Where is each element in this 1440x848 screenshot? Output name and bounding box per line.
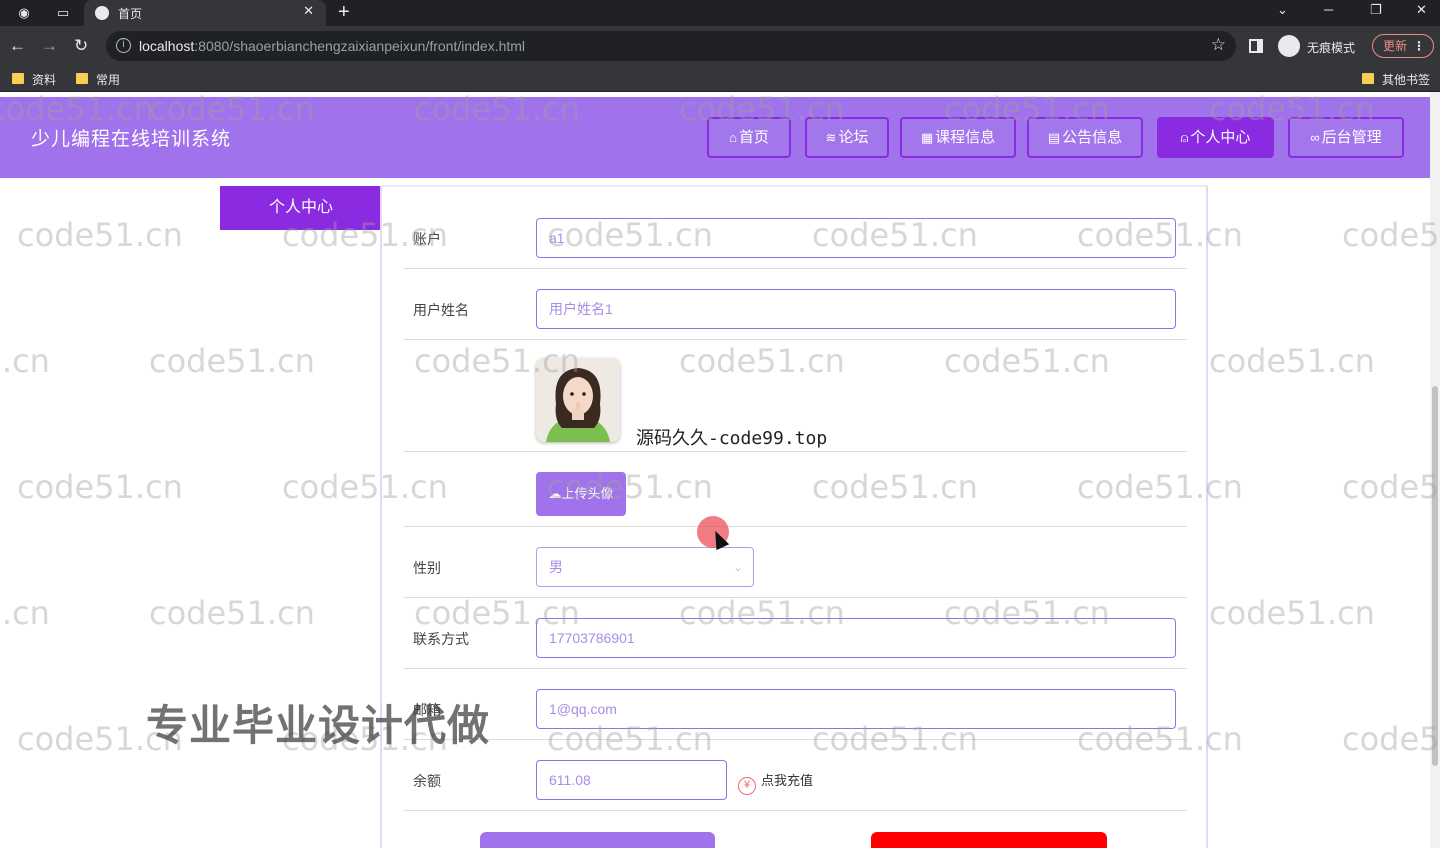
nav-admin[interactable]: ∞ 后台管理 <box>1288 117 1404 158</box>
form-row-phone: 联系方式 17703786901 <box>404 598 1187 669</box>
phone-input[interactable]: 17703786901 <box>536 618 1176 658</box>
side-panel-icon[interactable] <box>1249 39 1263 53</box>
link-icon: ∞ <box>1310 130 1320 145</box>
name-input[interactable]: 用户姓名1 <box>536 289 1176 329</box>
forward-icon[interactable]: → <box>41 36 58 56</box>
nav-notices[interactable]: ▤ 公告信息 <box>1027 117 1143 158</box>
watermark: code51.cn <box>0 594 50 632</box>
watermark: code51.cn <box>1342 468 1440 506</box>
avatar-caption: 源码久久-code99.top <box>636 428 828 449</box>
account-label: 账户 <box>413 231 441 247</box>
avatar <box>536 358 620 442</box>
email-input[interactable]: 1@qq.com <box>536 689 1176 729</box>
site-header: 少儿编程在线培训系统 ⌂ 首页 ≋ 论坛 ▦ 课程信息 ▤ 公告信息 ⍝ 个人中心 ∞ 后台… <box>0 97 1430 178</box>
browser-toolbar: ← → ↻ i localhost:8080/shaoerbianchengza… <box>0 26 1440 66</box>
tab-title: 首页 <box>118 7 143 21</box>
gender-select[interactable]: 男 ⌄ <box>536 547 754 587</box>
site-title: 少儿编程在线培训系统 <box>31 129 232 150</box>
cloud-upload-icon: ☁ <box>548 486 562 501</box>
site-info-icon[interactable]: i <box>116 38 131 53</box>
tab-list-chevron-icon[interactable]: ⌄ <box>1277 2 1288 18</box>
layers-icon: ≋ <box>825 130 837 145</box>
bookmark-folder[interactable]: 常用 <box>74 71 120 88</box>
nav-profile[interactable]: ⍝ 个人中心 <box>1157 117 1274 158</box>
watermark: code51.cn <box>0 342 50 380</box>
page-viewport: 少儿编程在线培训系统 ⌂ 首页 ≋ 论坛 ▦ 课程信息 ▤ 公告信息 ⍝ 个人中心 ∞ 后台… <box>0 92 1440 848</box>
minimize-icon[interactable]: ─ <box>1324 2 1333 17</box>
grid-icon: ▦ <box>920 130 934 145</box>
update-button[interactable]: 更新 ⋮ <box>1372 34 1434 58</box>
sidebar-item-profile[interactable]: 个人中心 <box>220 186 382 230</box>
profile-form: 账户 a1 用户姓名 用户姓名1 源码久久-code99.top ☁上传头像 性… <box>380 185 1208 848</box>
form-row-avatar: 源码久久-code99.top <box>404 340 1187 452</box>
folder-icon <box>1362 73 1374 84</box>
watermark: code51.cn <box>1342 216 1440 254</box>
tab-close-icon[interactable]: ✕ <box>303 3 314 19</box>
home-icon: ⌂ <box>729 130 737 145</box>
bookmark-folder[interactable]: 资料 <box>10 71 56 88</box>
logout-button[interactable] <box>871 832 1107 848</box>
folder-icon <box>12 73 24 84</box>
scrollbar-thumb[interactable] <box>1432 386 1438 766</box>
watermark: code51.cn <box>1209 342 1375 380</box>
nav-courses[interactable]: ▦ 课程信息 <box>900 117 1016 158</box>
page-scrollbar[interactable] <box>1430 92 1440 848</box>
tab-search-icon[interactable]: ▭ <box>54 4 72 22</box>
balance-input[interactable]: 611.08 <box>536 760 727 800</box>
form-row-account: 账户 a1 <box>404 187 1187 269</box>
chevron-down-icon: ⌄ <box>732 560 743 574</box>
form-row-gender: 性别 男 ⌄ <box>404 527 1187 598</box>
bookmark-star-icon[interactable]: ☆ <box>1211 35 1226 55</box>
avatar-photo-icon <box>536 358 620 442</box>
phone-label: 联系方式 <box>413 631 469 647</box>
watermark: code51.cn <box>149 342 315 380</box>
reload-icon[interactable]: ↻ <box>74 36 88 56</box>
browser-tab-bar: ◉ ▭ 首页 ✕ + ⌄ ─ ❐ ✕ <box>0 0 1440 26</box>
user-icon: ⍝ <box>1180 130 1189 145</box>
browser-tab[interactable]: 首页 ✕ <box>84 0 326 26</box>
upload-avatar-button[interactable]: ☁上传头像 <box>536 472 626 516</box>
folder-icon <box>76 73 88 84</box>
incognito-icon <box>1278 35 1300 57</box>
name-label: 用户姓名 <box>413 302 469 318</box>
yen-icon: ¥ <box>738 777 756 795</box>
restore-icon[interactable]: ❐ <box>1370 2 1382 18</box>
other-bookmarks[interactable]: 其他书签 <box>1360 71 1430 88</box>
new-tab-icon[interactable]: + <box>338 0 350 24</box>
watermark: code51.cn <box>17 216 183 254</box>
back-icon[interactable]: ← <box>9 36 26 56</box>
watermark: code51.cn <box>1209 594 1375 632</box>
update-info-button[interactable] <box>480 832 715 848</box>
nav-home[interactable]: ⌂ 首页 <box>707 117 791 158</box>
recharge-link[interactable]: ¥ 点我充值 <box>738 770 813 795</box>
address-bar[interactable]: i localhost:8080/shaoerbianchengzaixianp… <box>106 31 1236 61</box>
window-close-icon[interactable]: ✕ <box>1416 2 1427 18</box>
account-input[interactable]: a1 <box>536 218 1176 258</box>
form-row-name: 用户姓名 用户姓名1 <box>404 269 1187 340</box>
chrome-menu-icon[interactable]: ◉ <box>15 4 33 22</box>
form-row-email: 邮箱 1@qq.com <box>404 669 1187 740</box>
promo-overlay-text: 专业毕业设计代做 <box>146 702 491 749</box>
watermark: code51.cn <box>1342 720 1440 758</box>
nav-forum[interactable]: ≋ 论坛 <box>805 117 889 158</box>
gender-label: 性别 <box>413 560 441 576</box>
url-text: localhost:8080/shaoerbianchengzaixianpei… <box>139 38 526 54</box>
form-row-balance: 余额 611.08 ¥ 点我充值 <box>404 740 1187 811</box>
watermark: code51.cn <box>149 594 315 632</box>
notice-icon: ▤ <box>1047 130 1061 145</box>
more-menu-icon[interactable]: ⋮ <box>1413 35 1425 57</box>
balance-label: 余额 <box>413 773 441 789</box>
bookmarks-bar: 资料 常用 其他书签 <box>0 66 1440 92</box>
favicon-icon <box>95 6 109 20</box>
watermark: code51.cn <box>17 468 183 506</box>
incognito-label: 无痕模式 <box>1307 41 1356 55</box>
form-row-upload: ☁上传头像 <box>404 452 1187 527</box>
